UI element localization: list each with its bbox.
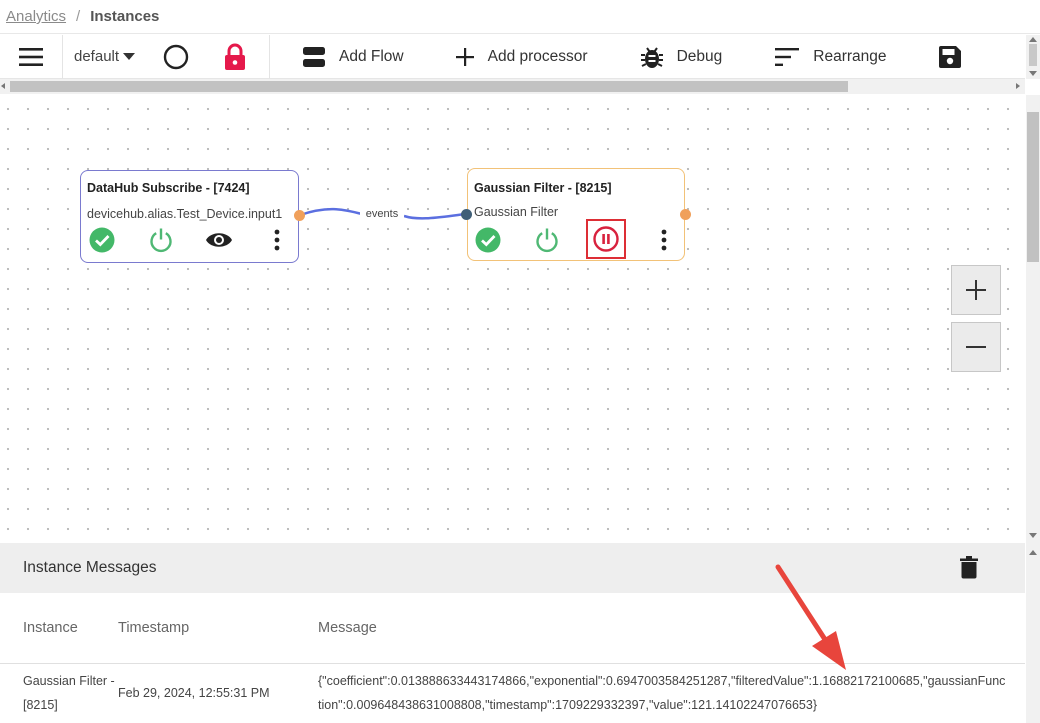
more-vert-icon [661,229,667,251]
column-header-instance: Instance [23,620,78,636]
output-port[interactable] [680,209,691,220]
toolbar-divider [269,34,270,79]
add-flow-button[interactable]: Add Flow [303,35,404,79]
node-more-button[interactable] [274,229,280,256]
node-status-button[interactable] [475,227,501,258]
edge-label[interactable]: events [360,203,404,225]
node-datahub-subscribe[interactable]: DataHub Subscribe - [7424] devicehub.ali… [80,170,299,263]
messages-title: Instance Messages [23,559,157,576]
horizontal-scrollbar-thumb[interactable] [10,81,848,92]
rearrange-button[interactable]: Rearrange [775,35,887,79]
horizontal-scrollbar[interactable] [0,79,1025,94]
node-subtitle: devicehub.alias.Test_Device.input1 [87,207,283,221]
chevron-down-icon [123,53,136,60]
clear-messages-button[interactable] [960,556,978,584]
row-timestamp: Feb 29, 2024, 12:55:31 PM [118,686,270,700]
breadcrumb: Analytics / Instances [0,0,1040,34]
plus-icon [455,47,474,66]
debug-button[interactable]: Debug [640,35,723,79]
trash-icon [960,556,978,579]
breadcrumb-separator: / [76,8,81,25]
node-power-button[interactable] [534,227,560,258]
save-icon [938,45,961,68]
zoom-out-button[interactable] [951,322,1001,372]
column-header-message: Message [318,620,377,636]
scroll-down-icon [1029,71,1037,76]
toolbar: default Add Flow Add processor Debug Rea… [0,34,1025,79]
messages-header: Instance Messages [0,543,1025,593]
vertical-scrollbar-thumb[interactable] [1027,112,1039,262]
flow-select[interactable]: default [63,35,151,79]
plus-icon [966,280,986,300]
scroll-right-icon [1016,83,1020,89]
save-button[interactable] [938,35,961,79]
zoom-in-button[interactable] [951,265,1001,315]
node-power-button[interactable] [148,227,174,258]
column-header-timestamp: Timestamp [118,620,190,636]
power-icon [536,228,558,253]
pause-circle-icon [593,226,619,252]
add-processor-label: Add processor [487,47,588,65]
scroll-up-icon [1029,550,1037,555]
row-instance: Gaussian Filter - [8215] [23,674,115,712]
sort-icon [775,47,800,66]
status-circle-button[interactable] [151,35,201,79]
add-flow-icon [303,46,325,67]
flow-canvas[interactable]: events DataHub Subscribe - [7424] device… [0,95,1025,542]
lock-button[interactable] [201,35,269,79]
toolbar-scrollbar-thumb[interactable] [1029,44,1037,66]
rearrange-label: Rearrange [813,47,887,65]
eye-icon [206,233,232,247]
node-status-button[interactable] [89,227,115,258]
power-icon [150,228,172,253]
breadcrumb-link-analytics[interactable]: Analytics [6,8,66,25]
circle-icon [163,44,189,69]
flow-select-value: default [74,48,120,65]
debug-label: Debug [676,47,723,65]
breadcrumb-current: Instances [90,8,160,25]
row-message: {"coefficient":0.013888633443174866,"exp… [318,674,1006,712]
node-gaussian-filter[interactable]: Gaussian Filter - [8215] Gaussian Filter [467,168,685,261]
node-title: DataHub Subscribe - [7424] [87,181,250,195]
flow-edge [299,207,467,220]
scroll-left-icon [1,83,5,89]
add-processor-button[interactable]: Add processor [455,35,588,79]
minus-icon [966,346,986,348]
vertical-scrollbar[interactable] [1026,95,1040,723]
input-port[interactable] [461,209,472,220]
scroll-down-icon [1029,533,1037,538]
node-title: Gaussian Filter - [8215] [474,181,612,195]
more-vert-icon [274,229,280,251]
lock-icon [225,43,245,70]
toolbar-scrollbar[interactable] [1026,35,1040,79]
output-port[interactable] [294,210,305,221]
menu-icon [19,47,43,66]
check-circle-icon [475,227,501,253]
node-more-button[interactable] [661,229,667,256]
menu-button[interactable] [0,35,62,79]
check-circle-icon [89,227,115,253]
add-flow-label: Add Flow [339,47,404,65]
table-divider [0,663,1025,664]
node-view-button[interactable] [205,231,233,254]
scroll-up-icon [1029,37,1037,42]
node-pause-button[interactable] [586,219,626,259]
node-subtitle: Gaussian Filter [474,205,559,219]
bug-icon [640,46,663,68]
